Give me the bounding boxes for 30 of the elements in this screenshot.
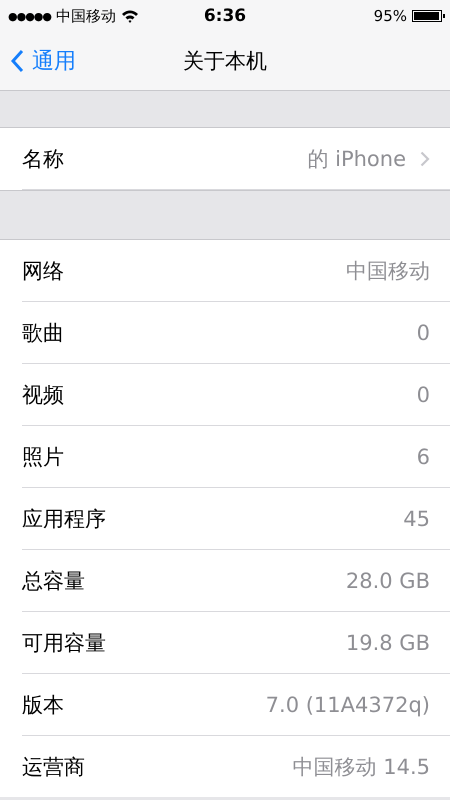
chevron-icon — [420, 150, 430, 166]
row-label: 歌曲 — [22, 320, 65, 346]
row-label: 照片 — [22, 444, 65, 470]
row-value: 7.0 (11A4372q) — [266, 692, 430, 716]
back-chevron-icon — [10, 49, 24, 73]
row-value: 中国移动 14.5 — [292, 754, 430, 780]
wifi-icon — [121, 9, 139, 23]
row-value: 0 — [416, 320, 430, 344]
row-value: 6 — [416, 444, 430, 468]
row-value: 28.0 GB — [346, 568, 430, 592]
row-label: 视频 — [22, 382, 65, 408]
row-value: 的 iPhone — [307, 146, 406, 172]
back-button[interactable]: 通用 — [0, 46, 86, 76]
carrier-name: 中国移动 — [56, 6, 116, 26]
row-label: 网络 — [22, 258, 65, 284]
status-time: 6:36 — [204, 6, 246, 26]
row-value: 45 — [403, 506, 430, 530]
row-label: 可用容量 — [22, 630, 107, 656]
nav-title: 关于本机 — [183, 48, 267, 75]
row-value: 19.8 GB — [346, 630, 430, 654]
row-value: 中国移动 — [346, 258, 430, 284]
row-label: 版本 — [22, 692, 65, 718]
row-label: 名称 — [22, 146, 65, 172]
row-label: 运营商 — [22, 754, 86, 780]
signal-dots: ●●●●● — [8, 10, 51, 22]
battery-percent: 95% — [374, 7, 407, 25]
row-value: 0 — [416, 382, 430, 406]
row-label: 总容量 — [22, 568, 86, 594]
battery-icon — [412, 10, 442, 22]
row-label: 应用程序 — [22, 506, 107, 532]
